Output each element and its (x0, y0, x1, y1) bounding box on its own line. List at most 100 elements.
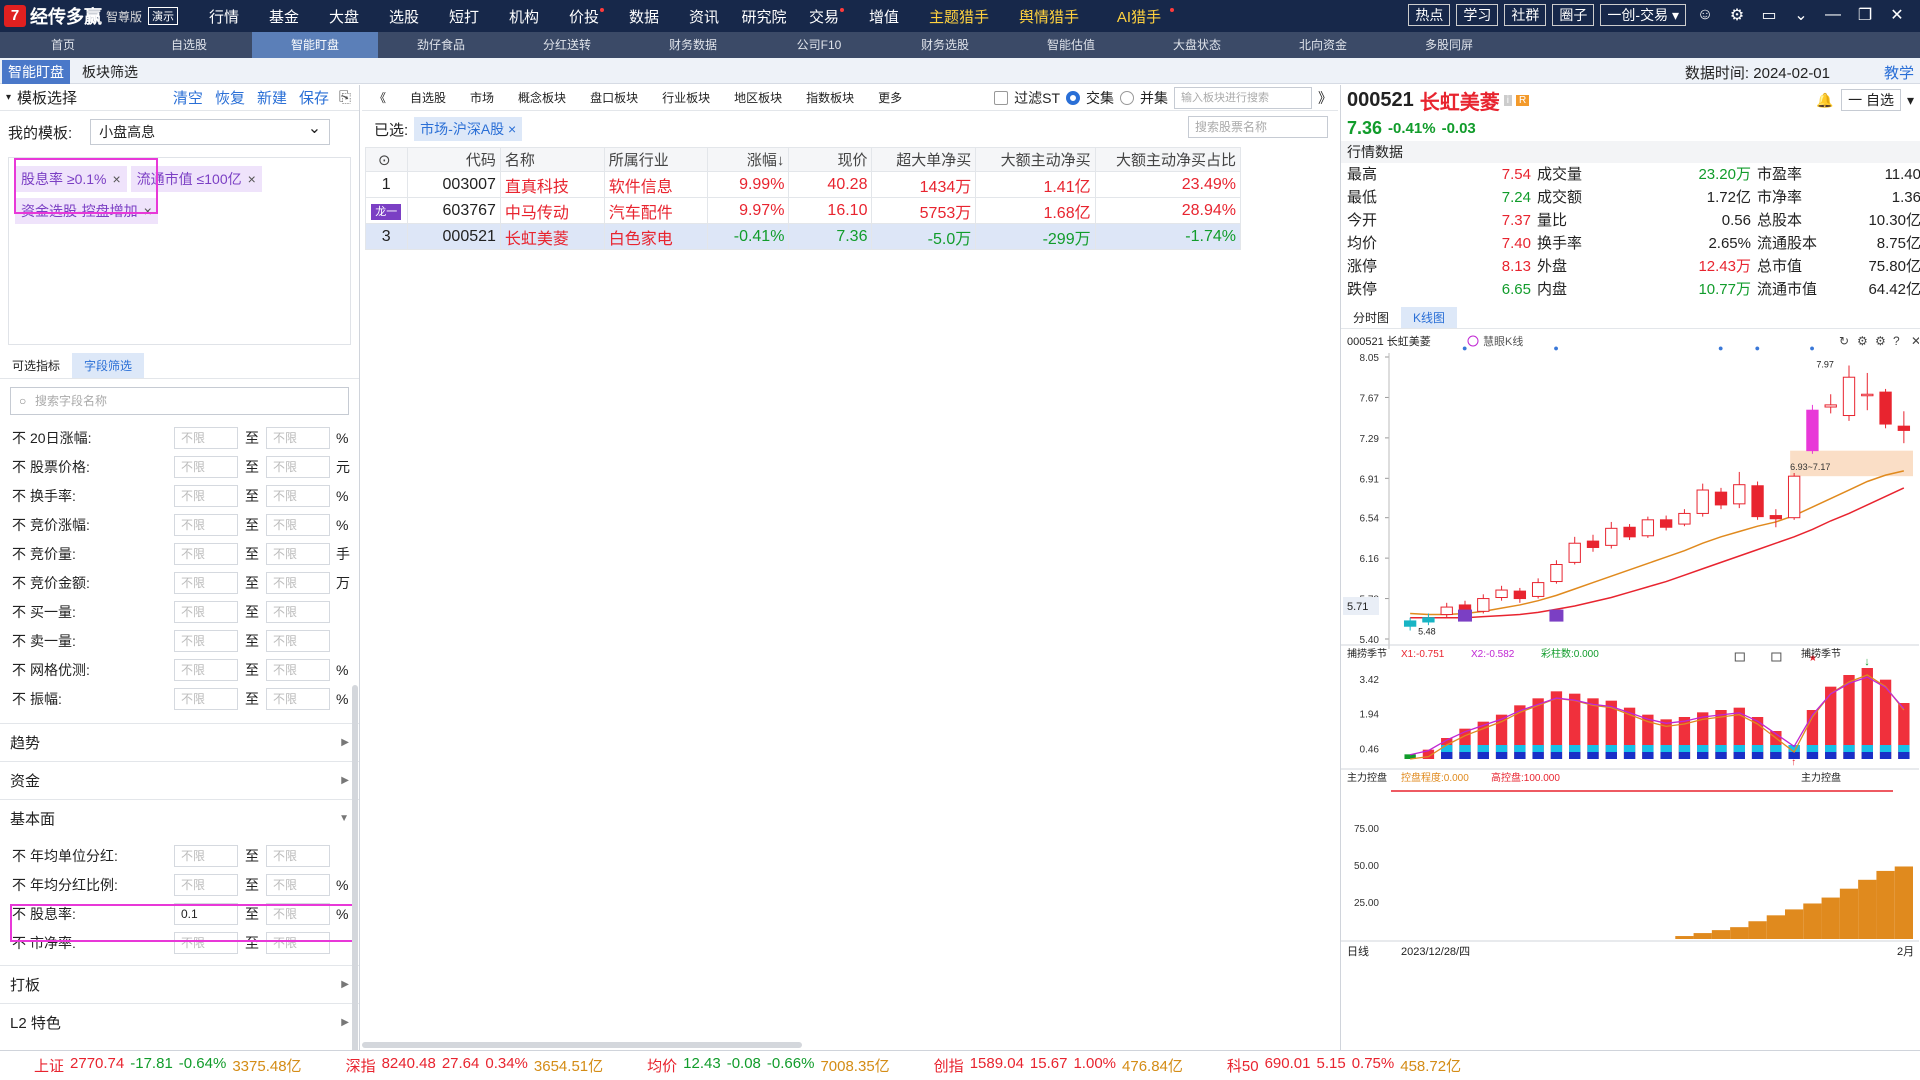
filter-max-input[interactable]: 不限 (266, 844, 330, 867)
negate-label[interactable]: 不 (12, 848, 26, 864)
learn-button[interactable]: 学习 (1456, 4, 1499, 26)
filter-min-input[interactable]: 不限 (174, 600, 238, 623)
negate-label[interactable]: 不 (12, 691, 26, 707)
ticker-sz[interactable]: 深指 8240.48 27.64 0.34% 3654.51亿 (346, 1055, 604, 1076)
block-tab-6[interactable]: 指数板块 (794, 89, 866, 106)
layout-icon[interactable]: ▭ (1756, 5, 1782, 25)
filter-min-input[interactable]: 不限 (174, 844, 238, 867)
remove-tag-icon[interactable]: × (248, 171, 256, 187)
menu-item-8[interactable]: 资讯 (674, 6, 734, 27)
profile-icon[interactable]: ☺ (1692, 6, 1718, 24)
block-tab-7[interactable]: 更多 (866, 89, 914, 106)
column-header[interactable]: 所属行业 (603, 147, 709, 172)
section-header[interactable]: L2 特色 ▶ (0, 1003, 359, 1041)
union-radio[interactable] (1120, 90, 1134, 105)
table-row[interactable]: 1 003007 直真科技 软件信息 9.99% 40.28 1434万 1.41亿 23.49… (365, 171, 1242, 198)
copy-icon[interactable]: ⎘ (339, 89, 351, 106)
intersect-radio[interactable] (1066, 90, 1080, 105)
menu-item-10[interactable]: 交易 (794, 6, 854, 27)
filter-max-input[interactable]: 不限 (266, 600, 330, 623)
tab-smart-watch[interactable]: 智能盯盘 (2, 60, 70, 84)
circle-button[interactable]: 圈子 (1552, 4, 1595, 26)
block-tab-2[interactable]: 概念板块 (506, 89, 578, 106)
tab-optional-indicators[interactable]: 可选指标 (0, 353, 72, 378)
tab-kline[interactable]: K线图 (1401, 307, 1458, 328)
expand-icon[interactable]: ▾ (6, 92, 11, 103)
table-row[interactable]: 3 000521 长虹美菱 白色家电 -0.41% 7.36 -5.0万 -299万 -1.74… (365, 223, 1242, 250)
filter-min-input[interactable]: 不限 (174, 658, 238, 681)
subnav-item-11[interactable]: 多股同屏 (1386, 32, 1512, 58)
menu-item-14[interactable]: AI猎手 (1094, 6, 1184, 27)
filter-max-input[interactable]: 不限 (266, 687, 330, 710)
filter-max-input[interactable]: 不限 (266, 484, 330, 507)
menu-item-12[interactable]: 主题猎手 (914, 6, 1004, 27)
subnav-item-2[interactable]: 智能盯盘 (252, 32, 378, 58)
nav-next-icon[interactable]: 》 (1318, 88, 1332, 108)
filter-max-input[interactable]: 不限 (266, 426, 330, 449)
selected-market-tag[interactable]: 市场-沪深A股 × (414, 117, 523, 141)
hot-button[interactable]: 热点 (1408, 4, 1451, 26)
block-tab-3[interactable]: 盘口板块 (578, 89, 650, 106)
tab-block-filter[interactable]: 板块筛选 (76, 60, 144, 84)
chevron-down-icon[interactable]: ⌄ (1788, 5, 1814, 25)
teach-link[interactable]: 教学 (1884, 62, 1914, 83)
column-header[interactable]: 名称 (499, 147, 605, 172)
negate-label[interactable]: 不 (12, 517, 26, 533)
block-tab-4[interactable]: 行业板块 (650, 89, 722, 106)
more-dropdown-icon[interactable]: ▾ (1907, 92, 1914, 109)
section-header[interactable]: 基本面 ▼ (0, 799, 359, 837)
negate-label[interactable]: 不 (12, 604, 26, 620)
subnav-item-7[interactable]: 财务选股 (882, 32, 1008, 58)
negate-label[interactable]: 不 (12, 877, 26, 893)
template-action-2[interactable]: 新建 (257, 87, 287, 108)
stock-search-input[interactable]: 搜索股票名称 (1188, 116, 1328, 138)
my-template-select[interactable]: 小盘高息 (90, 117, 331, 145)
section-header[interactable]: 打板 ▶ (0, 965, 359, 1003)
restore-icon[interactable]: ❐ (1852, 5, 1878, 25)
subnav-item-8[interactable]: 智能估值 (1008, 32, 1134, 58)
subnav-item-3[interactable]: 劲仔食品 (378, 32, 504, 58)
tab-intraday[interactable]: 分时图 (1341, 307, 1401, 328)
menu-item-9[interactable]: 研究院 (734, 6, 794, 27)
subnav-item-0[interactable]: 首页 (0, 32, 126, 58)
negate-label[interactable]: 不 (12, 575, 26, 591)
ticker-avg[interactable]: 均价 12.43 -0.08 -0.66% 7008.35亿 (647, 1055, 890, 1076)
block-tab-5[interactable]: 地区板块 (722, 89, 794, 106)
filter-min-input[interactable]: 不限 (174, 426, 238, 449)
filter-min-input[interactable]: 不限 (174, 873, 238, 896)
ticker-kc50[interactable]: 科50 690.01 5.15 0.75% 458.72亿 (1227, 1055, 1461, 1076)
negate-label[interactable]: 不 (12, 430, 26, 446)
menu-item-5[interactable]: 机构 (494, 6, 554, 27)
bell-icon[interactable]: 🔔 (1815, 92, 1835, 109)
header-settings-icon[interactable]: ⊙ (365, 147, 408, 172)
filter-min-input[interactable]: 不限 (174, 687, 238, 710)
column-header[interactable]: 代码 (406, 147, 501, 172)
filter-min-input[interactable]: 不限 (174, 629, 238, 652)
section-header[interactable]: 资金 ▶ (0, 761, 359, 799)
kline-chart[interactable]: 000521 长虹美菱 慧眼K线 ↻ ⚙ ⚙? ✕ 8.05 7.67 7.29 6.91 6.54… (1341, 329, 1919, 957)
filter-min-input[interactable]: 不限 (174, 455, 238, 478)
column-header[interactable]: 涨幅↓ (707, 147, 790, 172)
menu-item-1[interactable]: 基金 (254, 6, 314, 27)
subnav-item-10[interactable]: 北向资金 (1260, 32, 1386, 58)
subnav-item-9[interactable]: 大盘状态 (1134, 32, 1260, 58)
filter-min-input[interactable]: 不限 (174, 542, 238, 565)
block-tab-0[interactable]: 自选股 (398, 89, 458, 106)
add-self-select-button[interactable]: 一 自选 (1841, 89, 1901, 111)
filter-max-input[interactable]: 不限 (266, 513, 330, 536)
subnav-item-1[interactable]: 自选股 (126, 32, 252, 58)
menu-item-7[interactable]: 数据 (614, 6, 674, 27)
menu-item-0[interactable]: 行情 (194, 6, 254, 27)
table-row[interactable]: 龙一 603767 中马传动 汽车配件 9.97% 16.10 5753万 1.68亿 28.9… (365, 197, 1242, 224)
negate-label[interactable]: 不 (12, 488, 26, 504)
column-header[interactable]: 大额主动净买 (975, 147, 1096, 172)
filter-max-input[interactable]: 不限 (266, 629, 330, 652)
nav-prev-icon[interactable]: 《 (362, 89, 398, 106)
field-search-input[interactable]: 搜索字段名称 (10, 387, 349, 415)
r-icon[interactable]: R (1515, 94, 1530, 106)
menu-item-3[interactable]: 选股 (374, 6, 434, 27)
menu-item-13[interactable]: 舆情猎手 (1004, 6, 1094, 27)
left-scrollbar[interactable] (352, 685, 358, 1075)
section-header[interactable]: 趋势 ▶ (0, 723, 359, 761)
column-header[interactable]: 大额主动净买占比 (1094, 147, 1242, 172)
